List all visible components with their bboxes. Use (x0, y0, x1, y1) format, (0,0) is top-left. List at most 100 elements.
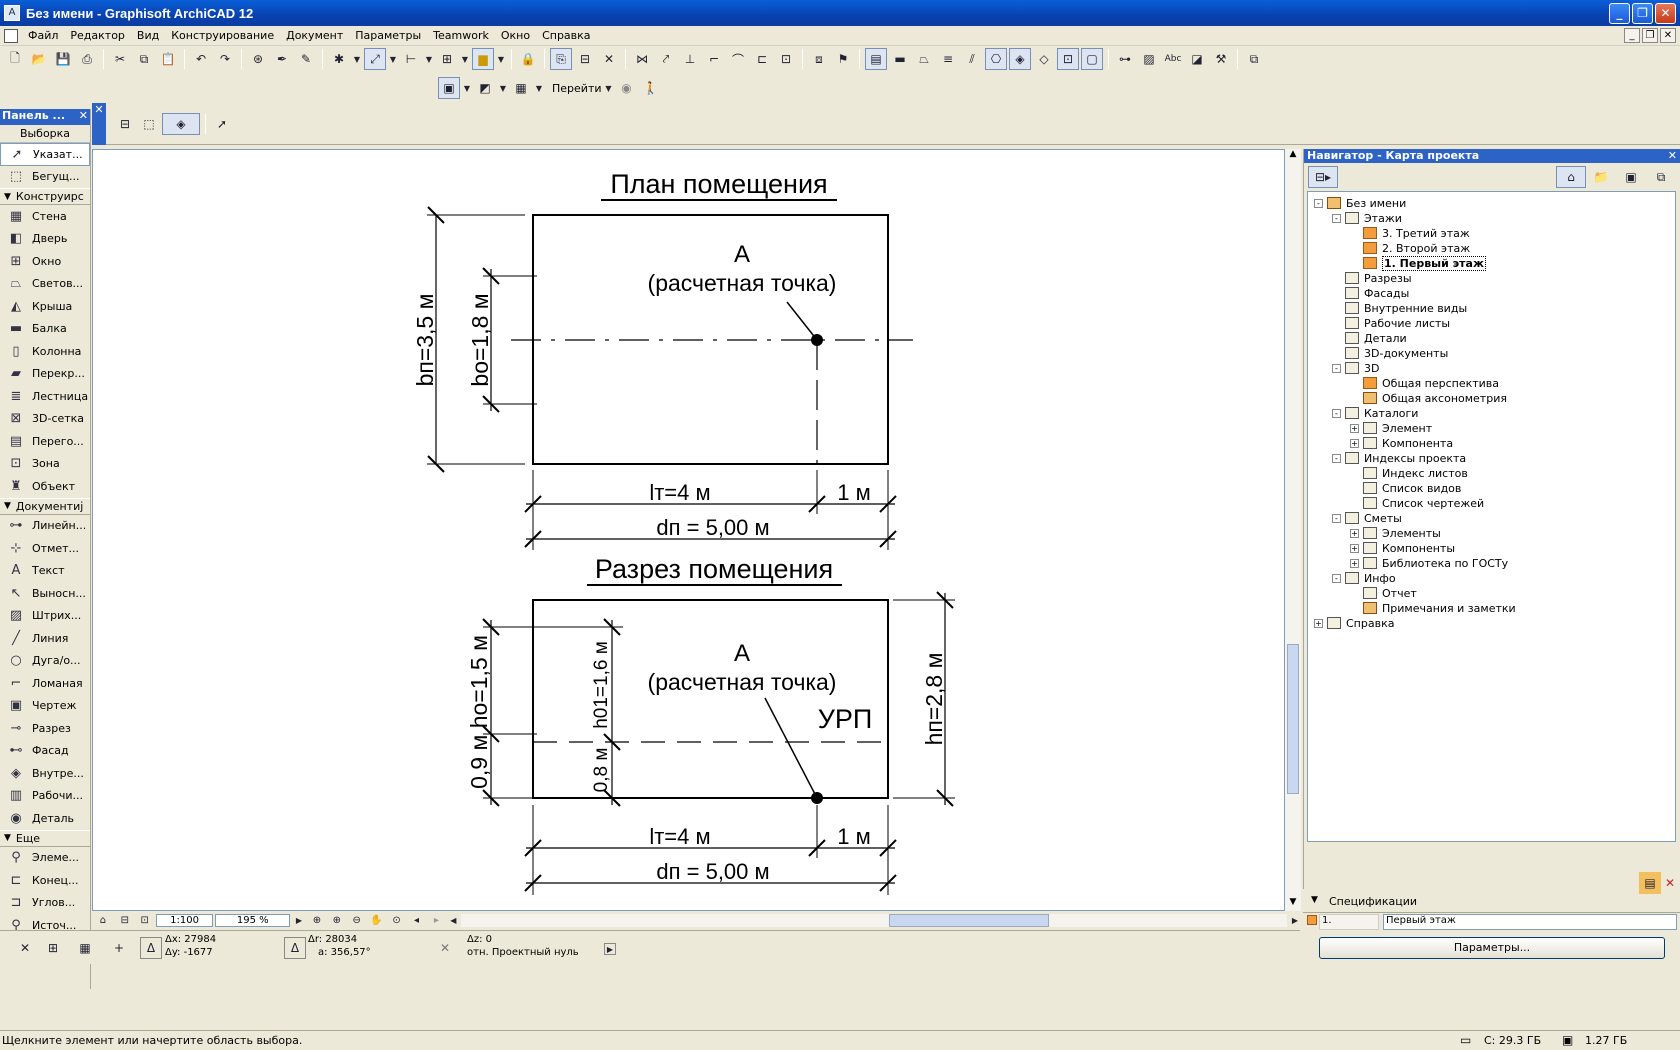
tree-item[interactable]: Разрезы (1332, 270, 1412, 286)
3d-view-icon[interactable]: ◩ (474, 77, 496, 99)
publisher-icon[interactable]: ⧉ (1650, 166, 1672, 188)
camera-icon[interactable]: ◪ (1186, 48, 1208, 70)
horizontal-scroll-thumb[interactable] (889, 913, 1050, 927)
expand-icon[interactable]: + (1350, 528, 1359, 538)
tool-corner[interactable]: ⊐ Углов... (0, 892, 90, 915)
goto-menu[interactable]: Перейти (552, 82, 602, 95)
tool-drawing[interactable]: ▣ Чертеж (0, 695, 90, 718)
zoom-field[interactable]: 195 % (215, 913, 291, 927)
tree-item[interactable]: + Элементы (1350, 525, 1441, 541)
dimension-chain-icon[interactable]: ⊶ (1114, 48, 1136, 70)
view-map-icon[interactable]: 📁 (1590, 166, 1612, 188)
redo-icon[interactable]: ↷ (214, 48, 236, 70)
adjust-icon[interactable]: ⊥ (679, 48, 701, 70)
tool-label[interactable]: ↖ Выносн... (0, 582, 90, 605)
tree-item[interactable]: - Сметы (1332, 510, 1402, 526)
fit-window-icon[interactable]: ⊙ (388, 913, 406, 927)
tree-item[interactable]: 2. Второй этаж (1350, 240, 1470, 256)
tool-door[interactable]: ◧ Дверь (0, 228, 90, 251)
tree-item[interactable]: Детали (1332, 330, 1407, 346)
tree-item[interactable]: Список чертежей (1350, 495, 1484, 511)
tool-marquee[interactable]: ⬚ Бегущ... (0, 166, 90, 189)
trace-icon[interactable]: ⎘ (550, 48, 572, 70)
find-select-icon[interactable]: ⊛ (247, 48, 269, 70)
tool-curtainwall[interactable]: ▤ Перего... (0, 430, 90, 453)
dr-field[interactable]: Δr: 28034 (308, 934, 418, 945)
display-icon[interactable]: ▤ (865, 48, 887, 70)
copy-icon[interactable]: ⧉ (133, 48, 155, 70)
tool-column[interactable]: ▯ Колонна (0, 340, 90, 363)
dropdown-arrow-icon[interactable]: ▼ (352, 48, 362, 70)
document-icon[interactable] (4, 28, 18, 43)
menu-file[interactable]: Файл (22, 29, 64, 42)
tree-item[interactable]: Общая аксонометрия (1350, 390, 1507, 406)
menu-edit[interactable]: Редактор (64, 29, 131, 42)
fillet-icon[interactable]: ⌒ (727, 48, 749, 70)
section-document[interactable]: ▼ Документиј (0, 497, 90, 515)
vertical-scrollbar[interactable]: ▲ ▼ (1285, 149, 1301, 911)
doc-minimize-button[interactable]: _ (1624, 28, 1640, 43)
line-weight-icon[interactable]: ▬ (889, 48, 911, 70)
tool-text[interactable]: A Текст (0, 560, 90, 583)
rotated-marquee-icon[interactable]: ◈ (162, 113, 200, 135)
tool-level[interactable]: ⊹ Отмет... (0, 537, 90, 560)
intersect-icon[interactable]: ⌐ (703, 48, 725, 70)
save-icon[interactable]: 💾 (52, 48, 74, 70)
drawing-canvas[interactable]: План помещения А (расчетная точка) bп=3,… (92, 149, 1285, 911)
frame-icon[interactable]: ▢ (1081, 48, 1103, 70)
tool-element[interactable]: ⚲ Элеме... (0, 847, 90, 870)
grid-icon[interactable]: ▦ (74, 937, 96, 959)
tree-item[interactable]: 1. Первый этаж (1350, 255, 1486, 271)
guide-icon[interactable]: ⊢ (400, 48, 422, 70)
expand-icon[interactable]: + (1350, 438, 1359, 448)
tool-arc[interactable]: ○ Дуга/о... (0, 650, 90, 673)
geometry-method-icon[interactable]: ⊟ (114, 113, 136, 135)
delta-icon[interactable]: Δ (140, 937, 162, 959)
dz-field[interactable]: Δz: 0 (467, 934, 577, 945)
specs-collapse-icon[interactable]: ▼ (1311, 895, 1318, 905)
layout-icon[interactable]: ⊡ (1057, 48, 1079, 70)
tree-item[interactable]: + Библиотека по ГОСТу (1350, 555, 1508, 571)
tool-skylight[interactable]: ⏢ Светов... (0, 273, 90, 296)
arrow-tool-icon[interactable]: ➚ (211, 113, 233, 135)
split-icon[interactable]: ⤤ (655, 48, 677, 70)
close-icon[interactable]: ✕ (14, 937, 36, 959)
expand-icon[interactable]: + (1350, 423, 1359, 433)
tool-polyline[interactable]: ⌐ Ломаная (0, 672, 90, 695)
close-icon[interactable]: ✕ (1668, 149, 1677, 163)
tree-item[interactable]: + Справка (1314, 615, 1394, 631)
tool-detail[interactable]: ◉ Деталь (0, 807, 90, 830)
orbit-icon[interactable]: ◉ (616, 77, 638, 99)
fill-mode-icon[interactable]: ▨ (1138, 48, 1160, 70)
doc-close-button[interactable]: ✕ (1660, 28, 1676, 43)
tree-item[interactable]: Общая перспектива (1350, 375, 1499, 391)
explode-icon[interactable]: ⊡ (775, 48, 797, 70)
tree-item[interactable]: 3D-документы (1332, 345, 1448, 361)
angle-field[interactable]: a: 356,57° (318, 947, 428, 958)
cancel-icon[interactable]: ✕ (598, 48, 620, 70)
tree-item[interactable]: Фасады (1332, 285, 1409, 301)
tree-item[interactable]: + Компоненты (1350, 540, 1455, 556)
layer-icon[interactable]: ▆ (472, 48, 494, 70)
dropdown-arrow-icon[interactable]: ▼ (534, 77, 544, 99)
pan-icon[interactable]: ✋ (368, 913, 386, 927)
tool-zone[interactable]: ⊡ Зона (0, 453, 90, 476)
menu-options[interactable]: Параметры (349, 29, 427, 42)
previous-zoom-icon[interactable]: ◂ (408, 913, 426, 927)
tree-item[interactable]: - 3D (1332, 360, 1379, 376)
dropdown-arrow-icon[interactable]: ▼ (460, 48, 470, 70)
paste-icon[interactable]: 📋 (157, 48, 179, 70)
navigator-mode-icon[interactable]: ⊟▸ (1308, 166, 1338, 188)
collapse-icon[interactable]: - (1332, 453, 1341, 463)
lock-icon[interactable]: 🔒 (517, 48, 539, 70)
collapse-icon[interactable]: - (1314, 198, 1323, 208)
tree-item[interactable]: Список видов (1350, 480, 1461, 496)
spec-id-field[interactable]: 1. (1319, 914, 1379, 930)
dropdown-arrow-icon[interactable]: ▼ (498, 77, 508, 99)
marquee-shape-icon[interactable]: ⬚ (138, 113, 160, 135)
menu-teamwork[interactable]: Teamwork (427, 29, 495, 42)
tool-wall[interactable]: ▦ Стена (0, 205, 90, 228)
vectorial-hatch-icon[interactable]: ≡ (937, 48, 959, 70)
section-fill-icon[interactable]: ⏢ (913, 48, 935, 70)
tool-interior[interactable]: ◈ Внутре... (0, 762, 90, 785)
